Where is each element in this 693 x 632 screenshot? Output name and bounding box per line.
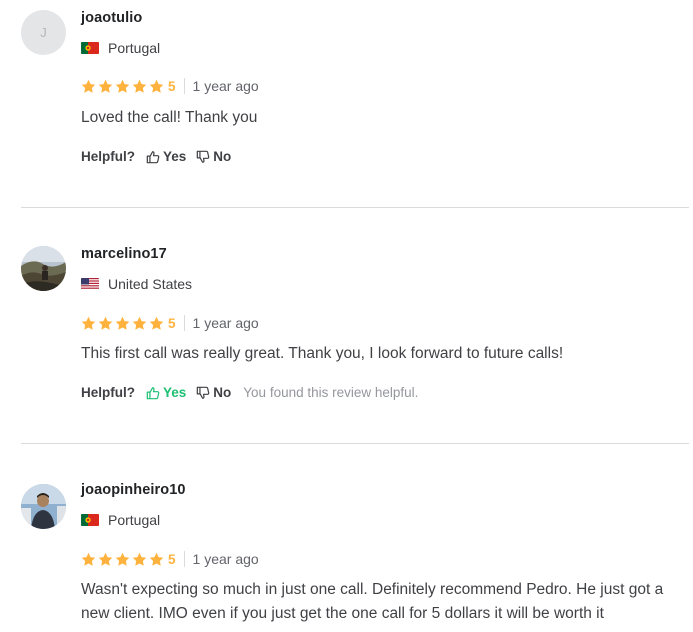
review-age: 1 year ago (192, 78, 259, 94)
star-icon (132, 316, 147, 331)
helpful-no-button[interactable]: No (196, 149, 231, 164)
rating-row: 5 1 year ago (81, 314, 259, 332)
divider-vertical (183, 315, 185, 331)
star-icon (149, 552, 164, 567)
helpful-confirmation: You found this review helpful. (243, 385, 419, 400)
avatar-photo (21, 484, 66, 529)
no-label: No (213, 385, 232, 400)
rating-row: 5 1 year ago (81, 550, 259, 568)
star-rating (81, 79, 166, 94)
rating-row: 5 1 year ago (81, 77, 259, 95)
thumbs-down-icon (196, 386, 210, 400)
helpful-label: Helpful? (81, 149, 135, 164)
avatar[interactable] (21, 246, 66, 291)
star-icon (132, 79, 147, 94)
rating-score: 5 (168, 78, 176, 94)
rating-score: 5 (168, 551, 176, 567)
avatar[interactable] (21, 484, 66, 529)
portugal-flag-icon (81, 514, 99, 526)
review-text: Wasn't expecting so much in just one cal… (81, 581, 664, 622)
star-icon (149, 316, 164, 331)
review-text: Loved the call! Thank you (81, 109, 258, 126)
thumbs-up-icon (146, 386, 160, 400)
star-icon (149, 79, 164, 94)
avatar-initial: J (40, 25, 47, 40)
rating-score: 5 (168, 315, 176, 331)
avatar[interactable]: J (21, 10, 66, 55)
star-icon (81, 79, 96, 94)
star-icon (132, 552, 147, 567)
star-rating (81, 552, 166, 567)
helpful-yes-button[interactable]: Yes (146, 385, 186, 400)
reviewer-country: Portugal (81, 512, 160, 528)
country-name: United States (108, 276, 193, 292)
avatar-photo (21, 246, 66, 291)
portugal-flag-icon (81, 42, 99, 54)
helpful-label: Helpful? (81, 385, 135, 400)
helpful-no-button[interactable]: No (196, 385, 231, 400)
star-rating (81, 316, 166, 331)
star-icon (98, 552, 113, 567)
star-icon (81, 552, 96, 567)
reviewer-country: United States (81, 276, 192, 292)
star-icon (98, 316, 113, 331)
star-icon (115, 316, 130, 331)
review-text: This first call was really great. Thank … (81, 345, 564, 362)
thumbs-up-icon (146, 150, 160, 164)
review-divider (21, 443, 689, 444)
star-icon (81, 316, 96, 331)
country-name: Portugal (108, 40, 161, 56)
yes-label: Yes (163, 149, 187, 164)
thumbs-down-icon (196, 150, 210, 164)
helpful-yes-button[interactable]: Yes (146, 149, 186, 164)
reviewer-username[interactable]: joaotulio (81, 10, 142, 26)
star-icon (115, 79, 130, 94)
usa-flag-icon (81, 278, 99, 290)
reviewer-username[interactable]: marcelino17 (81, 246, 167, 262)
reviewer-username[interactable]: joaopinheiro10 (81, 482, 186, 498)
divider-vertical (183, 78, 185, 94)
divider-vertical (183, 551, 185, 567)
helpful-row: Helpful? Yes No You found this review he… (81, 385, 418, 400)
reviewer-country: Portugal (81, 40, 160, 56)
star-icon (115, 552, 130, 567)
helpful-row: Helpful? Yes No (81, 149, 241, 164)
yes-label: Yes (163, 385, 187, 400)
review-divider (21, 207, 689, 208)
star-icon (98, 79, 113, 94)
review-age: 1 year ago (192, 315, 259, 331)
country-name: Portugal (108, 512, 161, 528)
review-age: 1 year ago (192, 551, 259, 567)
no-label: No (213, 149, 232, 164)
